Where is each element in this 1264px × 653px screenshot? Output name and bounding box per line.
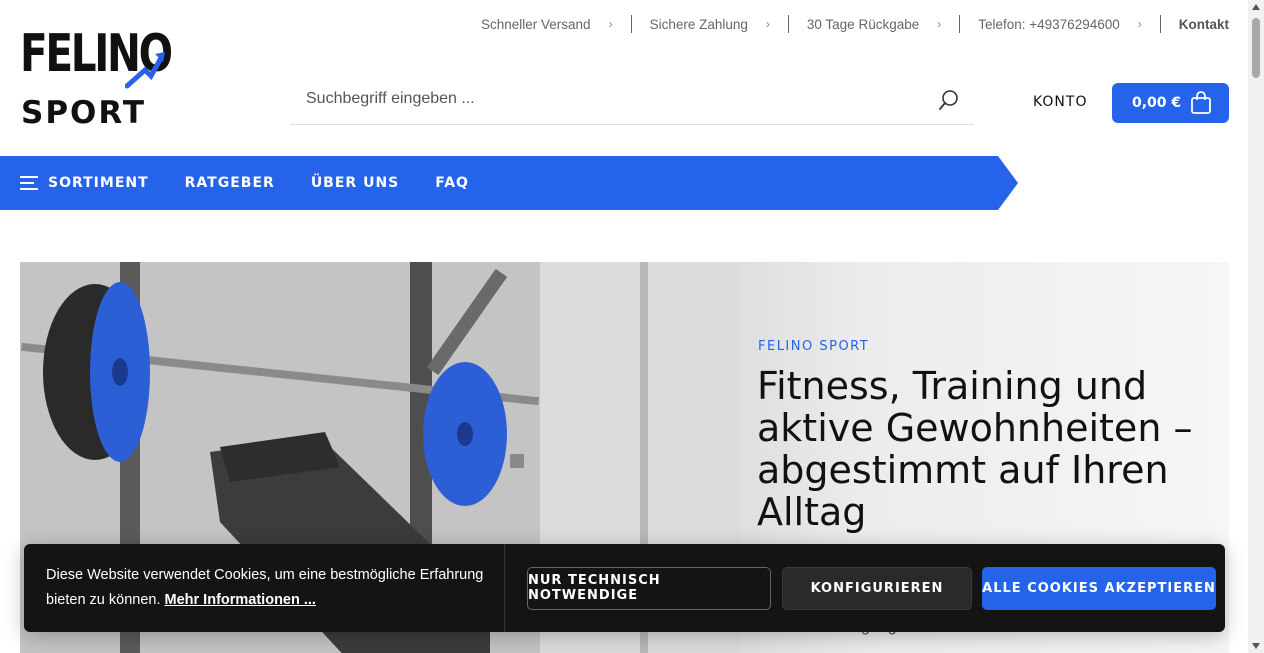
nav-label: SORTIMENT — [48, 175, 149, 191]
shopping-bag-icon — [1191, 91, 1212, 114]
service-item-shipping[interactable]: Schneller Versand › — [481, 15, 650, 33]
nav-item-ueber-uns[interactable]: ÜBER UNS — [311, 175, 399, 191]
top-service-bar: Schneller Versand › Sichere Zahlung › 30… — [481, 15, 1229, 33]
nav-item-faq[interactable]: FAQ — [435, 175, 469, 191]
logo-line-2: SPORT — [21, 95, 147, 131]
cart-button[interactable]: 0,00 € — [1112, 83, 1229, 123]
service-link-phone[interactable]: Telefon: +49376294600 — [978, 17, 1120, 32]
cookie-more-info-link[interactable]: Mehr Informationen ... — [165, 592, 316, 608]
service-item-phone[interactable]: Telefon: +49376294600 › — [978, 15, 1179, 33]
divider — [787, 15, 789, 33]
site-logo[interactable]: FELINO SPORT — [20, 28, 173, 131]
divider — [630, 15, 632, 33]
divider — [959, 15, 961, 33]
hero-eyebrow: FELINO SPORT — [758, 339, 870, 354]
account-link[interactable]: KONTO — [1033, 94, 1087, 110]
nav-label: RATGEBER — [184, 175, 275, 191]
search-icon[interactable] — [938, 89, 960, 111]
cookie-accept-all-button[interactable]: ALLE COOKIES AKZEPTIEREN — [982, 566, 1216, 610]
logo-arrow-icon — [125, 52, 165, 89]
nav-item-ratgeber[interactable]: RATGEBER — [185, 175, 275, 191]
service-link-returns[interactable]: 30 Tage Rückgabe — [807, 17, 919, 32]
scroll-thumb[interactable] — [1252, 18, 1260, 78]
cookie-banner: Diese Website verwendet Cookies, um eine… — [24, 544, 1225, 632]
hero-title: Fitness, Training und aktive Gewohnheite… — [757, 364, 1193, 534]
search-bar — [290, 75, 974, 125]
main-navigation: SORTIMENT RATGEBER ÜBER UNS FAQ — [0, 156, 1018, 210]
menu-icon — [20, 176, 38, 190]
nav-item-sortiment[interactable]: SORTIMENT — [20, 175, 149, 191]
service-item-payment[interactable]: Sichere Zahlung › — [650, 15, 807, 33]
divider — [504, 544, 505, 632]
contact-link[interactable]: Kontakt — [1179, 17, 1229, 32]
service-link-payment[interactable]: Sichere Zahlung — [650, 17, 748, 32]
chevron-right-icon: › — [608, 17, 613, 31]
cookie-necessary-button[interactable]: NUR TECHNISCH NOTWENDIGE — [527, 566, 771, 610]
nav-label: ÜBER UNS — [310, 175, 400, 191]
chevron-right-icon: › — [765, 17, 770, 31]
service-link-shipping[interactable]: Schneller Versand — [481, 17, 591, 32]
service-item-returns[interactable]: 30 Tage Rückgabe › — [807, 15, 978, 33]
search-input[interactable] — [290, 75, 910, 123]
scroll-up-icon[interactable] — [1252, 4, 1260, 10]
chevron-right-icon: › — [937, 17, 942, 31]
divider — [1159, 15, 1161, 33]
nav-label: FAQ — [435, 175, 469, 191]
cart-total: 0,00 € — [1132, 95, 1182, 111]
cookie-text: Diese Website verwendet Cookies, um eine… — [24, 563, 504, 613]
cookie-configure-button[interactable]: KONFIGURIEREN — [782, 566, 972, 610]
page-scrollbar[interactable] — [1248, 0, 1264, 653]
scroll-down-icon[interactable] — [1252, 643, 1260, 649]
chevron-right-icon: › — [1137, 17, 1142, 31]
